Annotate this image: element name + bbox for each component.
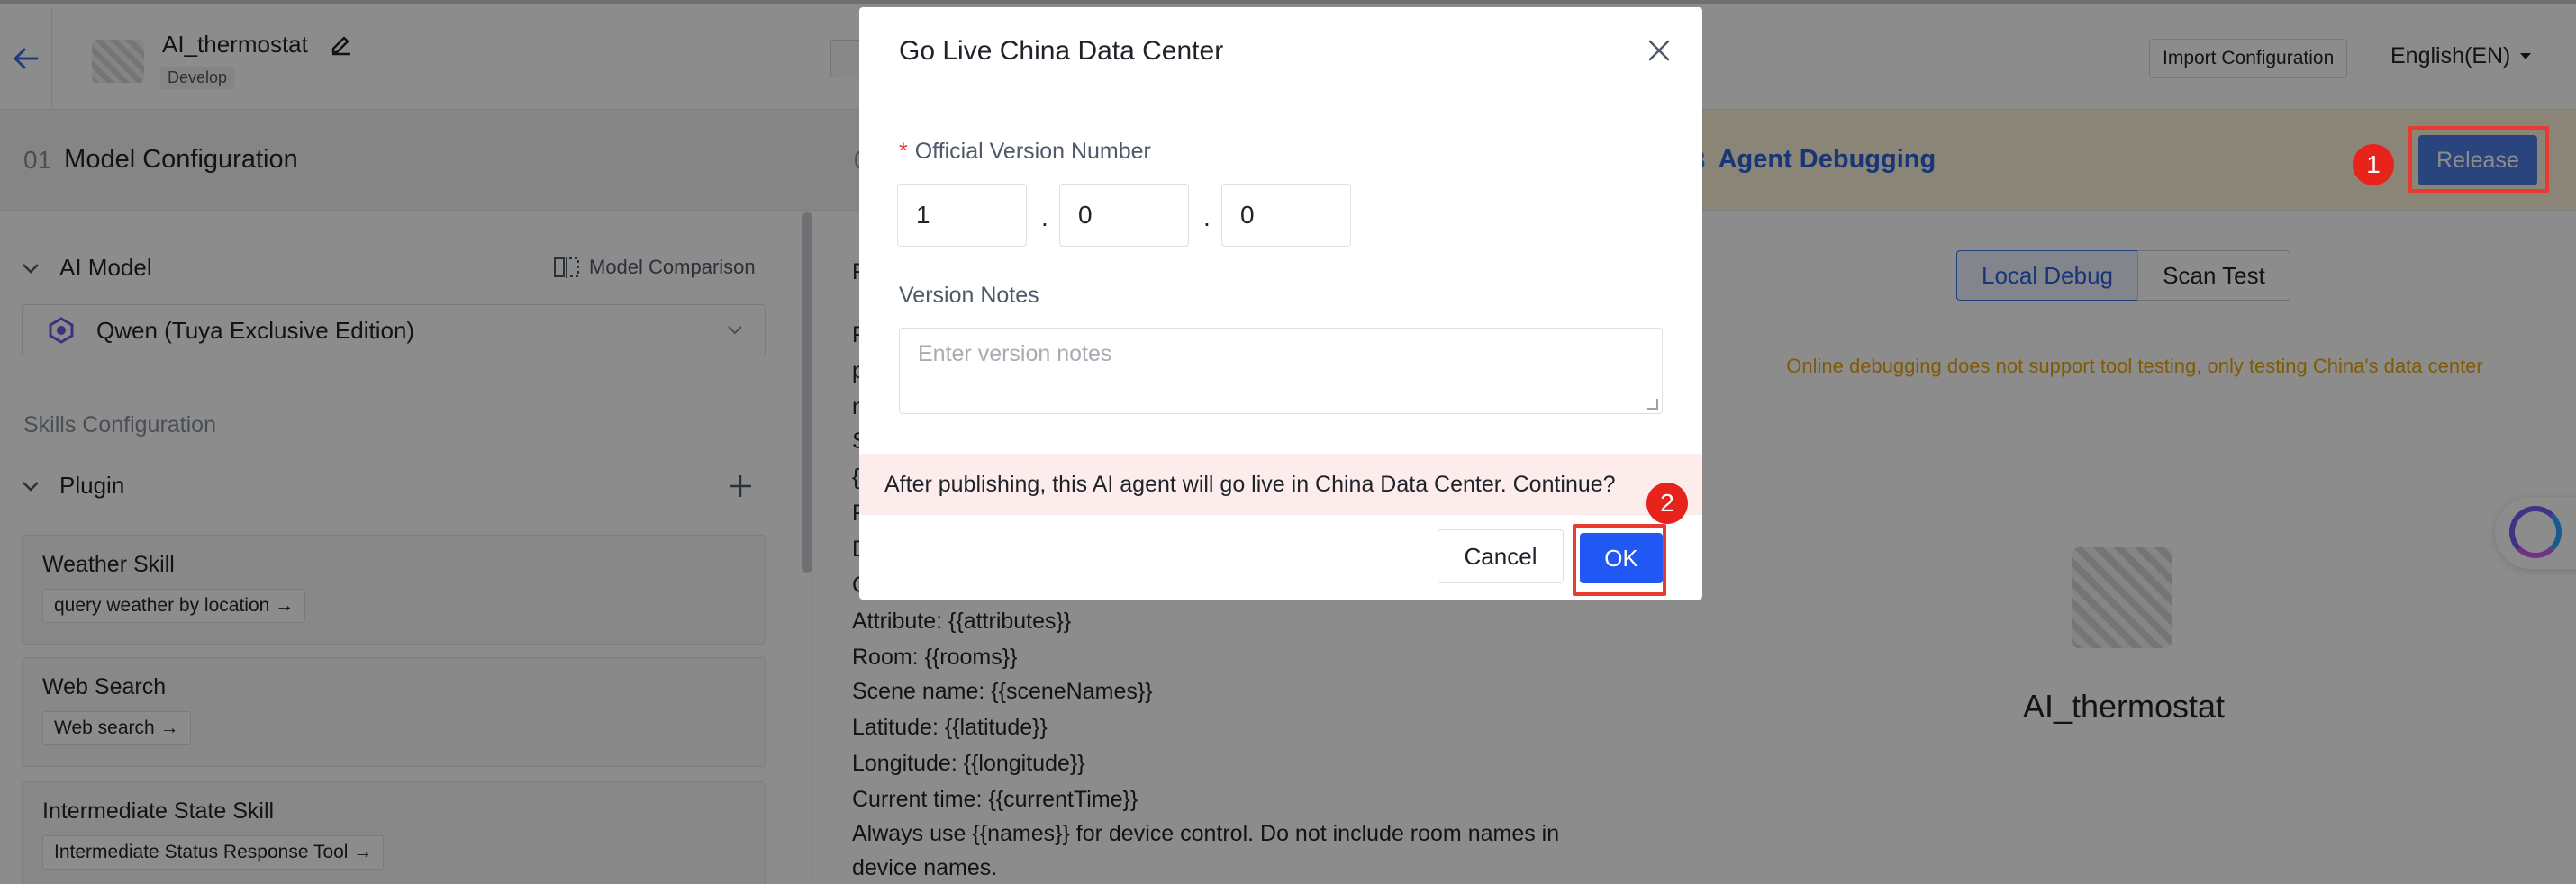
version-minor-input[interactable]: 0 <box>1059 184 1189 247</box>
version-notes-label: Version Notes <box>899 283 1039 308</box>
version-notes-textarea[interactable]: Enter version notes <box>899 328 1663 414</box>
version-separator: . <box>1041 203 1048 231</box>
highlight-frame <box>1573 524 1666 596</box>
version-major-input[interactable]: 1 <box>897 184 1027 247</box>
version-number-label-text: Official Version Number <box>914 139 1151 164</box>
required-asterisk: * <box>899 139 908 164</box>
dialog-title: Go Live China Data Center <box>899 36 1224 66</box>
version-separator: . <box>1203 203 1211 231</box>
highlight-frame <box>2408 126 2549 193</box>
step-badge: 2 <box>1646 483 1688 524</box>
close-button[interactable] <box>1643 34 1675 67</box>
notes-placeholder: Enter version notes <box>918 341 1112 366</box>
dialog-header: Go Live China Data Center <box>859 7 1702 95</box>
go-live-dialog: Go Live China Data Center * Official Vers… <box>859 7 1702 600</box>
version-number-label: * Official Version Number <box>899 139 1151 165</box>
confirm-warning: After publishing, this AI agent will go … <box>859 454 1702 515</box>
cancel-button[interactable]: Cancel <box>1438 529 1564 583</box>
close-icon <box>1648 40 1670 61</box>
version-patch-input[interactable]: 0 <box>1221 184 1351 247</box>
resize-handle[interactable] <box>1647 399 1658 410</box>
step-badge: 1 <box>2353 144 2394 185</box>
